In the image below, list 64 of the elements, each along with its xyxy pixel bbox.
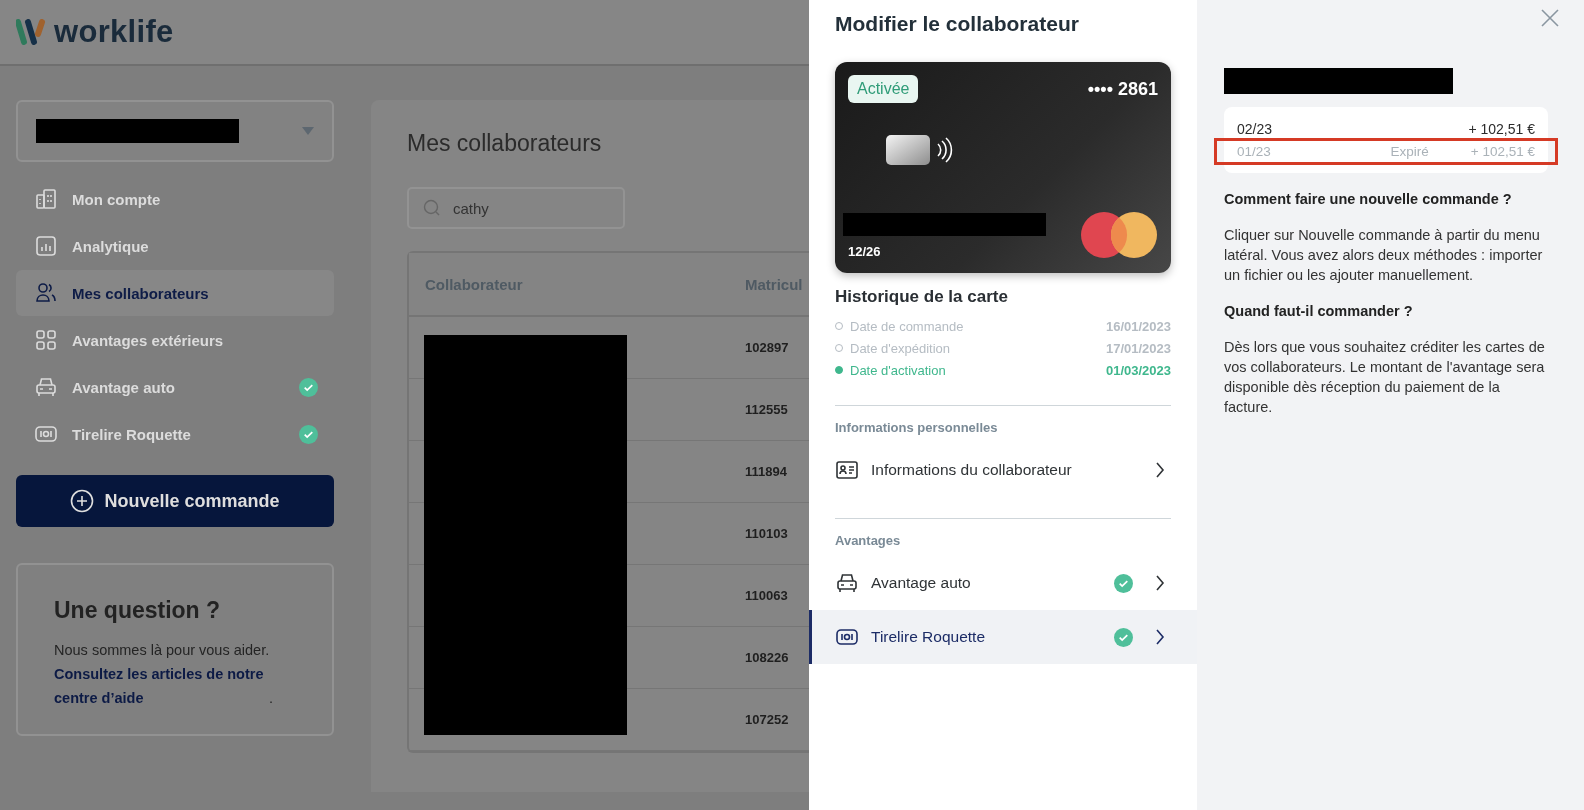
modal-title: Modifier le collaborateur (835, 11, 1080, 36)
section-label: Informations personnelles (835, 420, 999, 435)
search-field[interactable]: cathy (407, 187, 625, 229)
event-date: 17/01/2023 (1105, 340, 1171, 356)
account-dropdown[interactable] (16, 100, 334, 162)
section-title: Historique de la carte (835, 287, 1009, 307)
table-cell: 102897 (745, 340, 789, 355)
page-title: Mes collaborateurs (407, 130, 603, 157)
card-network-logo-icon (1080, 211, 1158, 259)
chevron-right-icon (1155, 461, 1165, 479)
table-cell: 111894 (745, 464, 787, 479)
id-card-icon (835, 458, 859, 482)
table-cell: 112555 (745, 402, 788, 417)
building-icon (34, 187, 58, 211)
people-icon (34, 281, 58, 305)
table-cell: 108226 (745, 650, 789, 665)
faq-answer: Dès lors que vous souhaitez créditer les cartes de vos collaborateurs. Le montant de l'avantage sera disponible dès réception du paiement de la facture. (1224, 338, 1546, 417)
sidebar-item[interactable]: Analytique (16, 223, 334, 269)
sidebar-item[interactable]: Mon compte (16, 176, 334, 222)
menu-item[interactable]: Informations du collaborateur (809, 443, 1197, 497)
event-label: Date de commande (850, 318, 964, 334)
logo-text: worklife (54, 14, 174, 50)
chart-icon (34, 234, 58, 258)
event-label: Date d'expédition (850, 340, 951, 356)
card-expiry: 12/26 (848, 244, 882, 259)
caret-icon (302, 127, 314, 135)
faq-question: Comment faire une nouvelle commande ? (1224, 191, 1513, 207)
car-icon (835, 571, 859, 595)
menu-item[interactable]: Tirelire Roquette (809, 610, 1197, 664)
logo-icon (16, 19, 46, 45)
transaction-period: 01/23 (1237, 144, 1272, 159)
sidebar-item[interactable]: Avantages extérieurs (16, 317, 334, 363)
section-label: Avantages (835, 533, 902, 548)
close-icon[interactable] (1540, 8, 1560, 28)
transaction-period: 02/23 (1237, 120, 1274, 137)
sidebar-item[interactable]: Tirelire Roquette (16, 411, 334, 457)
search-input[interactable]: cathy (451, 198, 605, 218)
sidebar-item[interactable]: Mes collaborateurs (16, 270, 334, 316)
chevron-right-icon (1155, 574, 1165, 592)
help-title: Une question ? (54, 597, 222, 624)
event-date: 16/01/2023 (1105, 318, 1171, 334)
faq-answer: Cliquer sur Nouvelle commande à partir du menu latéral. Vous avez alors deux méthodes : importer un fichier ou les ajouter manuellement. (1224, 226, 1544, 285)
status-badge: Activée (848, 75, 919, 103)
grid-icon (34, 328, 58, 352)
new-order-button[interactable]: Nouvelle commande (16, 475, 334, 527)
table-cell: 110103 (745, 526, 788, 541)
search-icon (423, 199, 441, 217)
sidebar-item[interactable]: Avantage auto (16, 364, 334, 410)
plus-icon (70, 489, 95, 513)
event-date: 01/03/2023 (1105, 362, 1171, 378)
table-cell: 110063 (745, 588, 788, 603)
transaction-status: Expiré (1390, 144, 1429, 159)
menu-item[interactable]: Avantage auto (809, 556, 1197, 610)
table-cell: 107252 (745, 712, 789, 727)
event-label: Date d'activation (850, 362, 946, 378)
chip-icon (886, 133, 954, 167)
help-text: Nous sommes là pour vous aider. Consultez les articles de notre centre d’aide . (54, 638, 296, 710)
help-link[interactable]: Consultez les articles de notre centre d’aide (54, 662, 269, 710)
transaction-amount: + 102,51 € (1470, 144, 1535, 159)
faq-question: Quand faut-il commander ? (1224, 303, 1414, 319)
transaction-amount: + 102,51 € (1468, 120, 1535, 137)
car-icon (34, 375, 58, 399)
chevron-right-icon (1155, 628, 1165, 646)
card-number: •••• 2861 (1087, 78, 1158, 100)
